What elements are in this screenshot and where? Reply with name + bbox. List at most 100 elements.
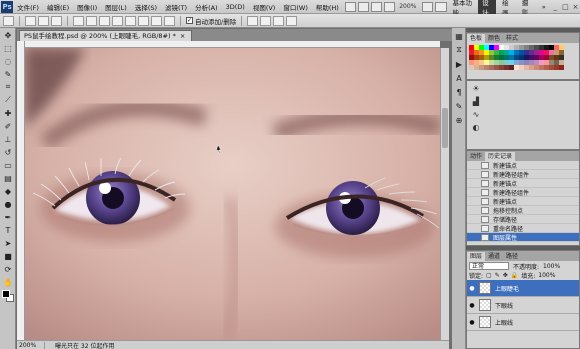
eyedropper-icon[interactable]: ⟋ — [1, 94, 15, 106]
path-exclude-icon[interactable] — [286, 15, 298, 26]
brightness-icon[interactable]: ☀ — [471, 84, 481, 94]
history-state[interactable]: 图层属性 — [467, 233, 579, 242]
lasso-icon[interactable]: ◌ — [1, 55, 15, 67]
canvas-vertical-scrollbar[interactable] — [440, 48, 449, 340]
screen-mode-button[interactable] — [435, 1, 447, 12]
shape-layers-icon[interactable] — [25, 15, 36, 26]
paths-mode-icon[interactable] — [38, 15, 49, 26]
menu-select[interactable]: 选择(S) — [131, 2, 161, 12]
lock-pixels-icon[interactable]: ✎ — [495, 272, 500, 279]
freeform-pen-icon[interactable] — [86, 15, 97, 26]
menu-help[interactable]: 帮助(H) — [312, 2, 343, 12]
lock-transparent-icon[interactable]: ▢ — [486, 272, 492, 279]
history-brush-icon[interactable]: ↺ — [1, 146, 15, 158]
rounded-rectangle-icon[interactable] — [112, 15, 123, 26]
hand-tool-button[interactable] — [371, 1, 383, 12]
menu-layer[interactable]: 图层(L) — [101, 2, 131, 12]
history-state[interactable]: 拖移控制点 — [467, 206, 579, 215]
close-button[interactable]: × — [571, 2, 580, 12]
crop-icon[interactable]: ⌗ — [1, 81, 15, 93]
zoom-level-select[interactable]: 200% — [399, 3, 416, 10]
quick-select-icon[interactable]: ✎ — [1, 68, 15, 80]
healing-icon[interactable]: ✚ — [1, 107, 15, 119]
tab-actions[interactable]: 动作 — [467, 152, 485, 161]
eye-icon[interactable]: ● — [467, 319, 477, 326]
status-zoom-field[interactable]: 200% — [17, 341, 45, 349]
menu-analysis[interactable]: 分析(A) — [191, 2, 222, 12]
paragraph-icon[interactable]: ¶ — [453, 86, 465, 98]
polygon-icon[interactable] — [138, 15, 149, 26]
fill-value[interactable]: 100% — [538, 272, 555, 279]
menu-filter[interactable]: 滤镜(T) — [161, 2, 191, 12]
lock-all-icon[interactable]: 🔒 — [511, 272, 518, 279]
color-swatches[interactable] — [2, 290, 14, 302]
shape-icon[interactable]: ■ — [1, 250, 15, 262]
tab-layers[interactable]: 图层 — [467, 252, 486, 261]
layer-row[interactable]: ● 上眼线 — [467, 314, 579, 331]
fill-pixels-icon[interactable] — [51, 15, 62, 26]
menu-3d[interactable]: 3D(D) — [222, 3, 249, 11]
menu-image[interactable]: 图像(I) — [73, 2, 101, 12]
zoom-tool-button[interactable] — [384, 1, 396, 12]
brush-icon[interactable]: ✐ — [1, 120, 15, 132]
layer-row[interactable]: ● 上眼睫毛 — [467, 280, 579, 297]
tab-color[interactable]: 颜色 — [485, 34, 503, 43]
levels-icon[interactable]: ▟ — [471, 97, 481, 107]
history-state[interactable]: 新建路径组件 — [467, 188, 579, 197]
document-tab[interactable]: PS鼠手绘教程.psd @ 200% (上眼睫毛, RGB/8#) * × — [19, 30, 193, 41]
clone-source-icon[interactable]: ⊕ — [453, 114, 465, 126]
opacity-value[interactable]: 100% — [543, 263, 560, 270]
auto-add-delete-checkbox[interactable]: ✓ — [186, 17, 193, 24]
pen-icon[interactable] — [73, 15, 84, 26]
gradient-icon[interactable]: ▤ — [1, 172, 15, 184]
stamp-icon[interactable]: ⊥ — [1, 133, 15, 145]
lock-position-icon[interactable]: ✥ — [503, 272, 508, 279]
3d-rotate-icon[interactable]: ⟳ — [1, 263, 15, 275]
tab-channels[interactable]: 通道 — [485, 252, 503, 261]
eye-icon[interactable]: ● — [467, 285, 477, 292]
color-swatch[interactable] — [559, 65, 564, 70]
path-subtract-icon[interactable] — [260, 15, 272, 26]
history-state[interactable]: 重命名路径 — [467, 224, 579, 233]
maximize-button[interactable]: □ — [561, 2, 570, 12]
eraser-icon[interactable]: ▭ — [1, 159, 15, 171]
dodge-icon[interactable]: ● — [1, 198, 15, 210]
history-state[interactable]: 新建路径组件 — [467, 170, 579, 179]
bridge-button[interactable] — [344, 1, 356, 12]
character-icon[interactable]: A — [453, 72, 465, 84]
layer-row[interactable]: ● 下眼线 — [467, 297, 579, 314]
brush-presets-icon[interactable]: ✎ — [453, 100, 465, 112]
blur-icon[interactable]: ◆ — [1, 185, 15, 197]
workspace-more-button[interactable]: » — [538, 2, 550, 12]
scrollbar-thumb[interactable] — [442, 108, 448, 148]
curves-icon[interactable]: ∿ — [471, 110, 481, 120]
tab-styles[interactable]: 样式 — [503, 34, 521, 43]
masks-icon[interactable]: ◐ — [471, 123, 481, 133]
eye-icon[interactable]: ● — [467, 302, 477, 309]
mini-bridge-icon[interactable]: ▦ — [453, 30, 465, 42]
arrange-docs-button[interactable] — [422, 1, 434, 12]
actions-icon[interactable]: ▶ — [453, 58, 465, 70]
ellipse-icon[interactable] — [125, 15, 136, 26]
custom-shape-icon[interactable] — [164, 15, 175, 26]
line-icon[interactable] — [151, 15, 162, 26]
close-icon[interactable]: × — [180, 31, 185, 41]
document-canvas[interactable] — [25, 48, 440, 340]
rectangle-icon[interactable] — [99, 15, 110, 26]
path-intersect-icon[interactable] — [273, 15, 285, 26]
move-icon[interactable]: ✥ — [1, 29, 15, 41]
path-add-icon[interactable] — [247, 15, 259, 26]
pen-icon[interactable]: ✒ — [1, 211, 15, 223]
menu-view[interactable]: 视图(V) — [249, 2, 280, 12]
history-icon[interactable]: ⧖ — [453, 44, 465, 56]
marquee-icon[interactable]: ⬚ — [1, 42, 15, 54]
tab-paths[interactable]: 路径 — [503, 252, 521, 261]
minimize-button[interactable]: _ — [551, 2, 560, 12]
tab-swatches[interactable]: 色板 — [467, 34, 486, 43]
menu-edit[interactable]: 编辑(E) — [43, 2, 73, 12]
menu-file[interactable]: 文件(F) — [13, 2, 43, 12]
menu-window[interactable]: 窗口(W) — [279, 2, 312, 12]
hand-icon[interactable]: ✋ — [1, 276, 15, 288]
path-select-icon[interactable]: ➤ — [1, 237, 15, 249]
minibridge-button[interactable] — [357, 1, 370, 12]
